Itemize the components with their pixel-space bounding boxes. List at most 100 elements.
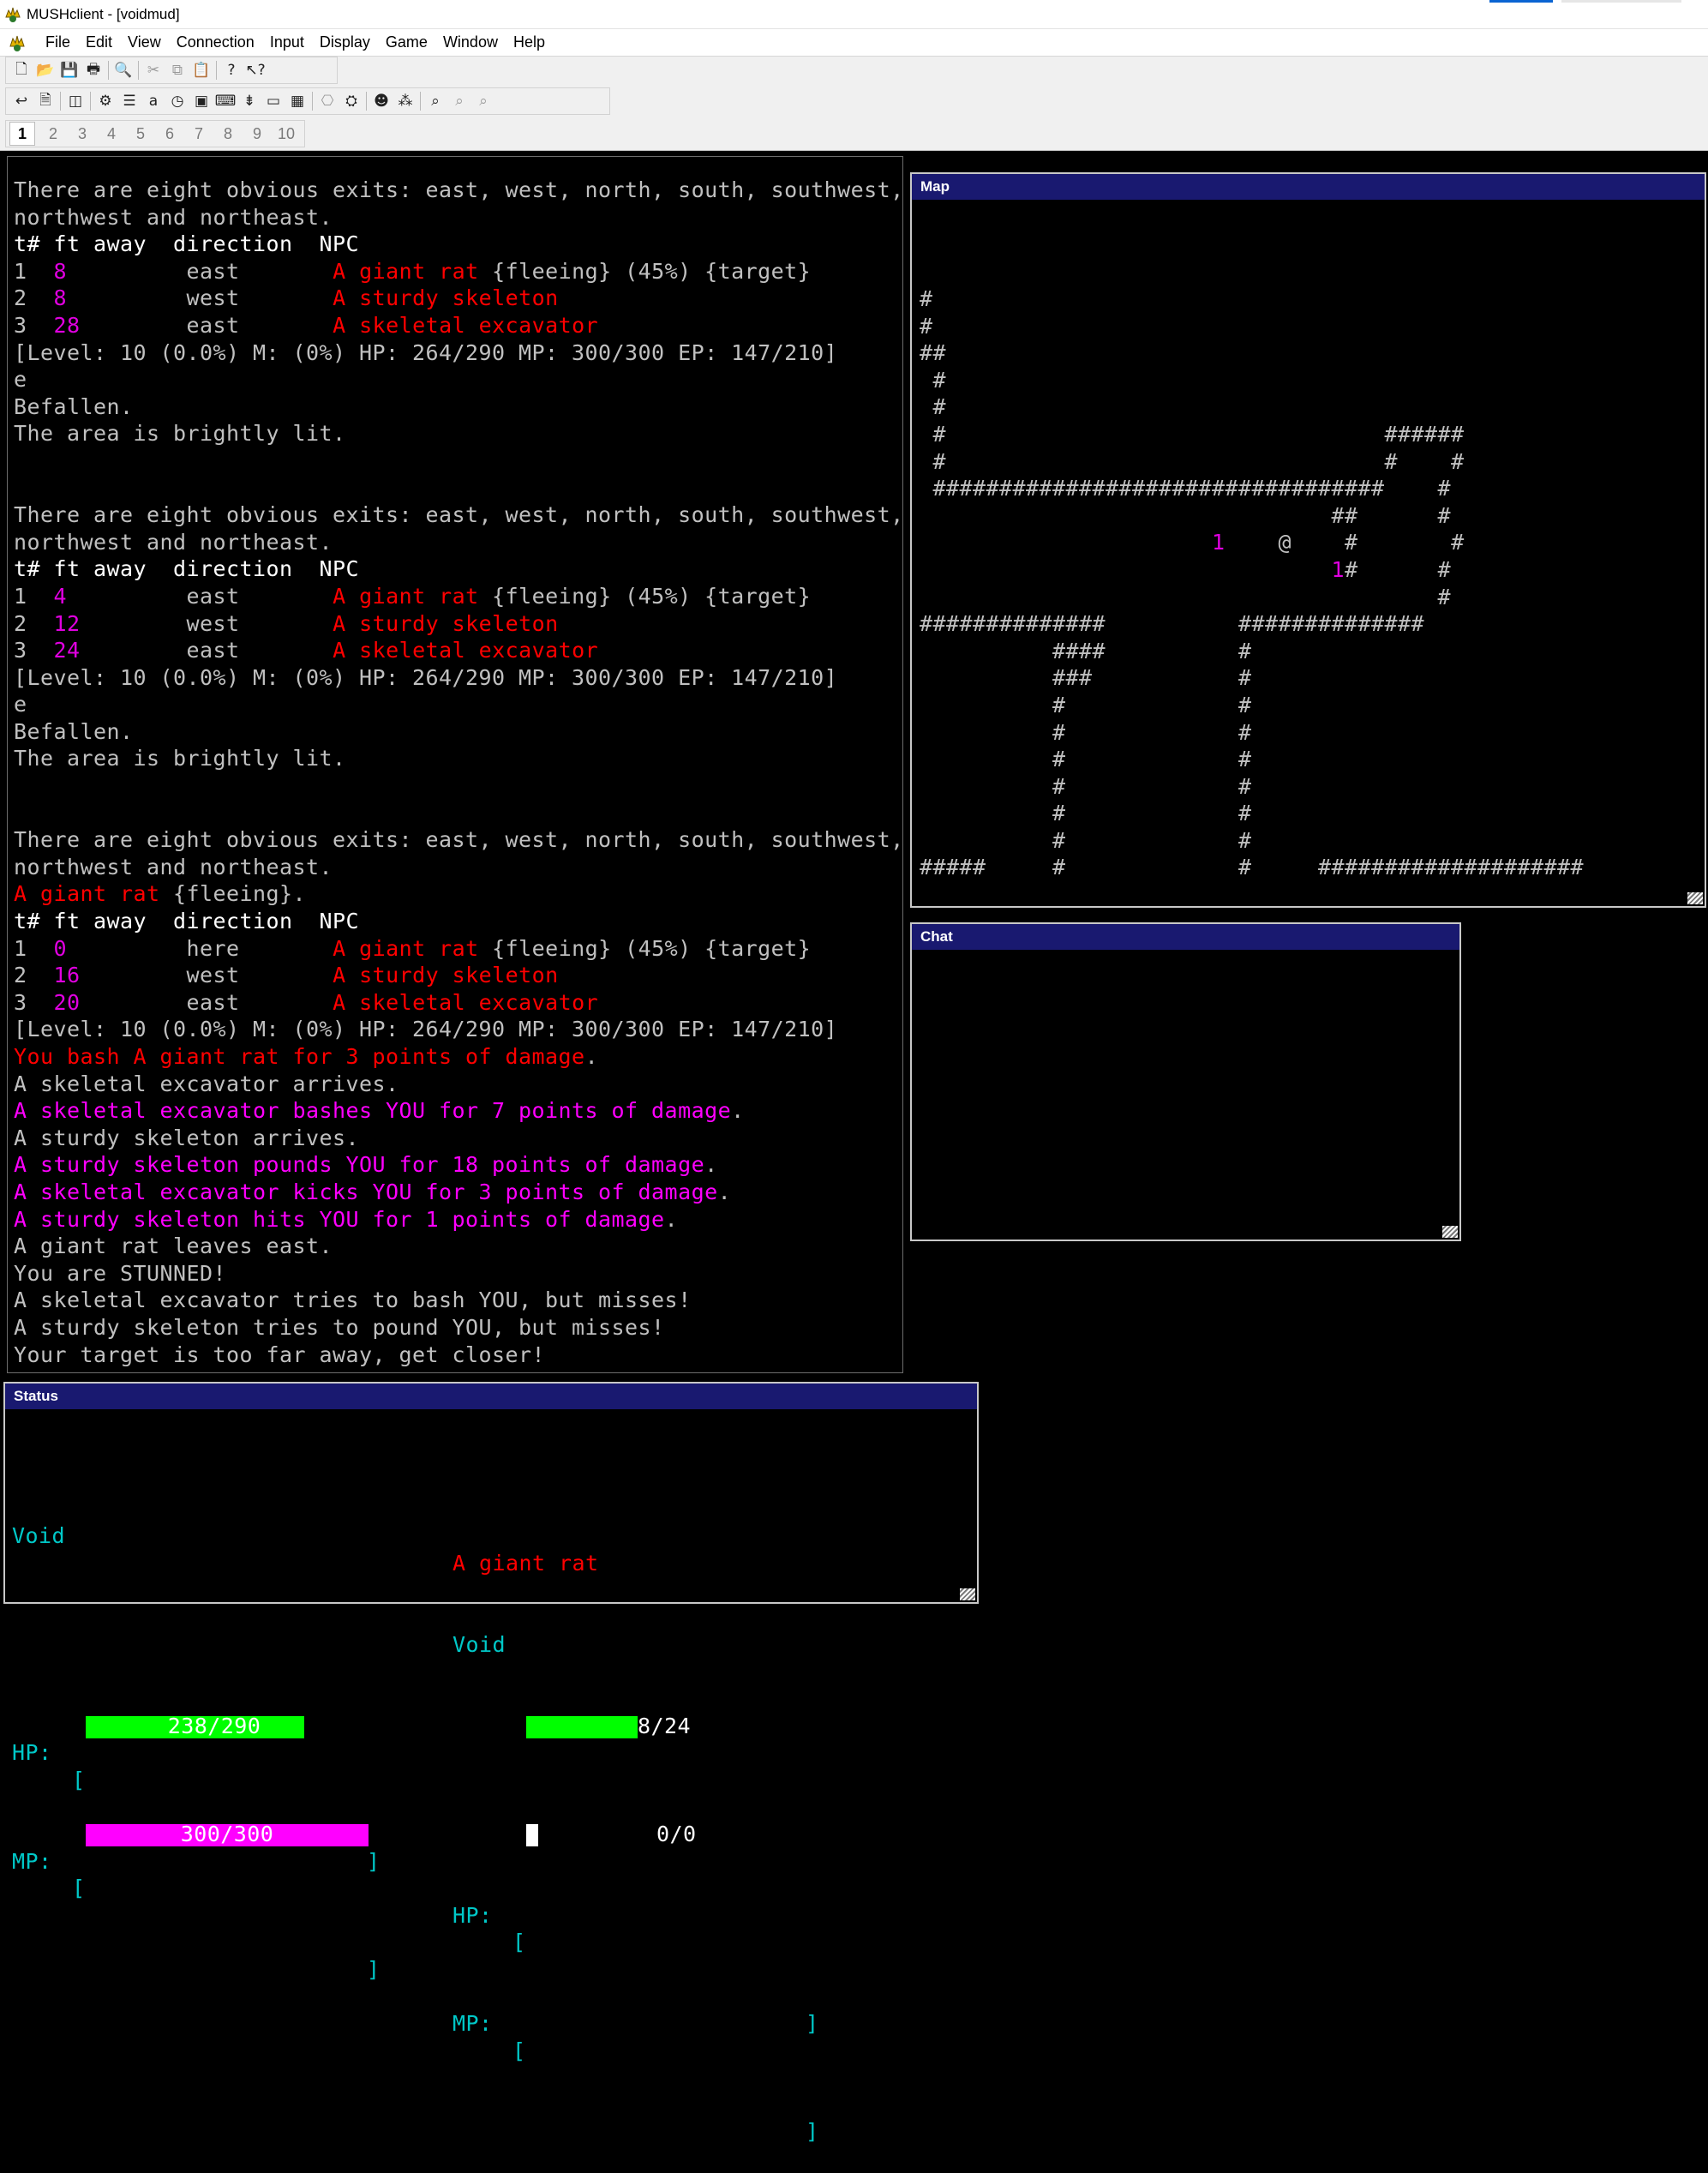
- footprints-icon[interactable]: ⁂: [393, 90, 417, 112]
- save-icon[interactable]: 💾: [57, 59, 81, 81]
- log-session-icon[interactable]: 🗎: [33, 90, 57, 112]
- world-tab-6[interactable]: 6: [155, 125, 184, 143]
- world-tab-1[interactable]: 1: [9, 122, 35, 146]
- menu-view[interactable]: View: [120, 33, 169, 51]
- timers-icon[interactable]: ◷: [165, 90, 189, 112]
- mapper-icon[interactable]: ☻: [369, 90, 393, 112]
- triggers-icon[interactable]: ☰: [117, 90, 141, 112]
- world-properties-icon[interactable]: ⚙: [93, 90, 117, 112]
- output-line-segment: 2: [14, 610, 54, 636]
- map-row-segment: # #: [1345, 556, 1452, 582]
- output-line-segment: .: [704, 1152, 718, 1178]
- print-icon[interactable]: 🖶: [81, 59, 105, 81]
- plugins-icon[interactable]: ⎔: [315, 90, 339, 112]
- scripts-icon[interactable]: ⛭: [339, 90, 363, 112]
- reconnect-icon[interactable]: ↩: [9, 90, 33, 112]
- map-window-title[interactable]: Map: [912, 174, 1705, 200]
- menu-input[interactable]: Input: [262, 33, 312, 51]
- map-row: ## #: [920, 502, 1584, 530]
- find-previous-icon[interactable]: ⌕: [471, 90, 495, 112]
- menu-window[interactable]: Window: [435, 33, 506, 51]
- menu-connection[interactable]: Connection: [169, 33, 262, 51]
- menu-file[interactable]: File: [38, 33, 78, 51]
- resize-grip[interactable]: [960, 1588, 975, 1600]
- map-row: #: [920, 584, 1584, 611]
- output-line-segment: .: [731, 1098, 745, 1124]
- map-window[interactable]: Map # # ## # # # ###### # # # ############…: [910, 172, 1706, 908]
- chat-window-title[interactable]: Chat: [912, 924, 1459, 950]
- output-line: 1 8 east A giant rat {fleeing} (45%) {ta…: [14, 258, 902, 285]
- mushclient-app-icon: [5, 7, 21, 22]
- menu-bar: File Edit View Connection Input Display Game Wi…: [0, 29, 1708, 57]
- chat-window[interactable]: Chat: [910, 922, 1461, 1241]
- output-line: 2 16 west A sturdy skeleton: [14, 962, 902, 989]
- table-icon[interactable]: ▦: [285, 90, 309, 112]
- map-row: # #: [920, 800, 1584, 827]
- target-mp-bar: [526, 1823, 538, 1846]
- output-line-segment: 2: [14, 963, 54, 988]
- output-line-segment: t# ft away direction NPC: [14, 556, 360, 582]
- menu-items: File Edit View Connection Input Display Game Wi…: [38, 33, 553, 51]
- menu-help[interactable]: Help: [506, 33, 553, 51]
- menu-display[interactable]: Display: [312, 33, 378, 51]
- output-line-segment: A skeletal excavator bashes YOU for 7 po…: [14, 1098, 732, 1124]
- cut-icon[interactable]: ✂: [141, 59, 165, 81]
- target-name: A giant rat: [452, 1550, 599, 1576]
- new-document-icon[interactable]: 🗋: [9, 59, 33, 81]
- notes-icon[interactable]: ◫: [63, 90, 87, 112]
- world-tab-7[interactable]: 7: [184, 125, 213, 143]
- output-line-segment: west: [80, 610, 333, 636]
- paste-icon[interactable]: 📋: [189, 59, 213, 81]
- map-row: #: [920, 313, 1584, 340]
- player-name: Void: [12, 1523, 66, 1549]
- map-row-segment: # #: [920, 692, 1252, 717]
- output-line-segment: [Level: 10 (0.0%) M: (0%) HP: 264/290 MP…: [14, 1017, 838, 1042]
- map-row-segment: # #: [920, 801, 1252, 826]
- macros-icon[interactable]: ⇟: [237, 90, 261, 112]
- status-window[interactable]: Status Void A giant rat Void HP: [ 238/2…: [3, 1382, 979, 2144]
- window-controls[interactable]: [1561, 0, 1681, 3]
- commands-icon[interactable]: ⌨: [213, 90, 237, 112]
- world-tab-10[interactable]: 10: [272, 125, 301, 143]
- resize-grip[interactable]: [1687, 892, 1703, 904]
- world-tabs: 1 2 3 4 5 6 7 8 9 10: [5, 120, 305, 147]
- status-owner-row: Void: [12, 1604, 506, 1657]
- output-line-segment: 3: [14, 638, 54, 663]
- menu-edit[interactable]: Edit: [78, 33, 120, 51]
- status-hp-row: HP: [ 238/290 ] HP: [ 8/24 ]: [12, 1713, 818, 2037]
- find-next-icon[interactable]: ⌕: [447, 90, 471, 112]
- world-tab-8[interactable]: 8: [213, 125, 243, 143]
- print-preview-icon[interactable]: 🔍: [111, 59, 135, 81]
- resize-grip[interactable]: [1442, 1226, 1458, 1238]
- find-icon[interactable]: ⌕: [423, 90, 447, 112]
- world-tab-2[interactable]: 2: [39, 125, 68, 143]
- output-line: northwest and northeast.: [14, 204, 902, 231]
- world-document-icon[interactable]: [7, 33, 27, 53]
- output-line-segment: {fleeing} (45%) {target}: [492, 935, 812, 961]
- world-tab-3[interactable]: 3: [68, 125, 97, 143]
- output-line: There are eight obvious exits: east, wes…: [14, 501, 902, 529]
- output-line-segment: {fleeing} (45%) {target}: [492, 258, 812, 284]
- world-tab-4[interactable]: 4: [97, 125, 126, 143]
- output-line: A skeletal excavator kicks YOU for 3 poi…: [14, 1179, 902, 1206]
- world-tab-9[interactable]: 9: [243, 125, 272, 143]
- output-line-segment: {fleeing}.: [173, 881, 307, 907]
- split-output-icon[interactable]: ▭: [261, 90, 285, 112]
- help-icon[interactable]: ?: [219, 59, 243, 81]
- context-help-icon[interactable]: ↖?: [243, 59, 267, 81]
- toolbar-area: 🗋 📂 💾 🖶 🔍 ✂ ⧉ 📋 ? ↖? ↩ 🗎 ◫ ⚙ ☰ a ◷ ▣ ⌨ ⇟…: [0, 57, 1708, 151]
- menu-game[interactable]: Game: [378, 33, 435, 51]
- output-window[interactable]: There are eight obvious exits: east, wes…: [7, 156, 903, 1373]
- status-window-title[interactable]: Status: [5, 1384, 977, 1409]
- aliases-icon[interactable]: a: [141, 90, 165, 112]
- open-folder-icon[interactable]: 📂: [33, 59, 57, 81]
- output-line: e: [14, 691, 902, 718]
- output-line-segment: You bash A giant rat for 3 points of dam…: [14, 1044, 585, 1069]
- output-colours-icon[interactable]: ▣: [189, 90, 213, 112]
- world-tab-5[interactable]: 5: [126, 125, 155, 143]
- copy-icon[interactable]: ⧉: [165, 59, 189, 81]
- output-line: A giant rat {fleeing}.: [14, 880, 902, 908]
- output-line-segment: e: [14, 692, 27, 717]
- output-line: A sturdy skeleton pounds YOU for 18 poin…: [14, 1151, 902, 1179]
- output-line: 3 20 east A skeletal excavator: [14, 989, 902, 1017]
